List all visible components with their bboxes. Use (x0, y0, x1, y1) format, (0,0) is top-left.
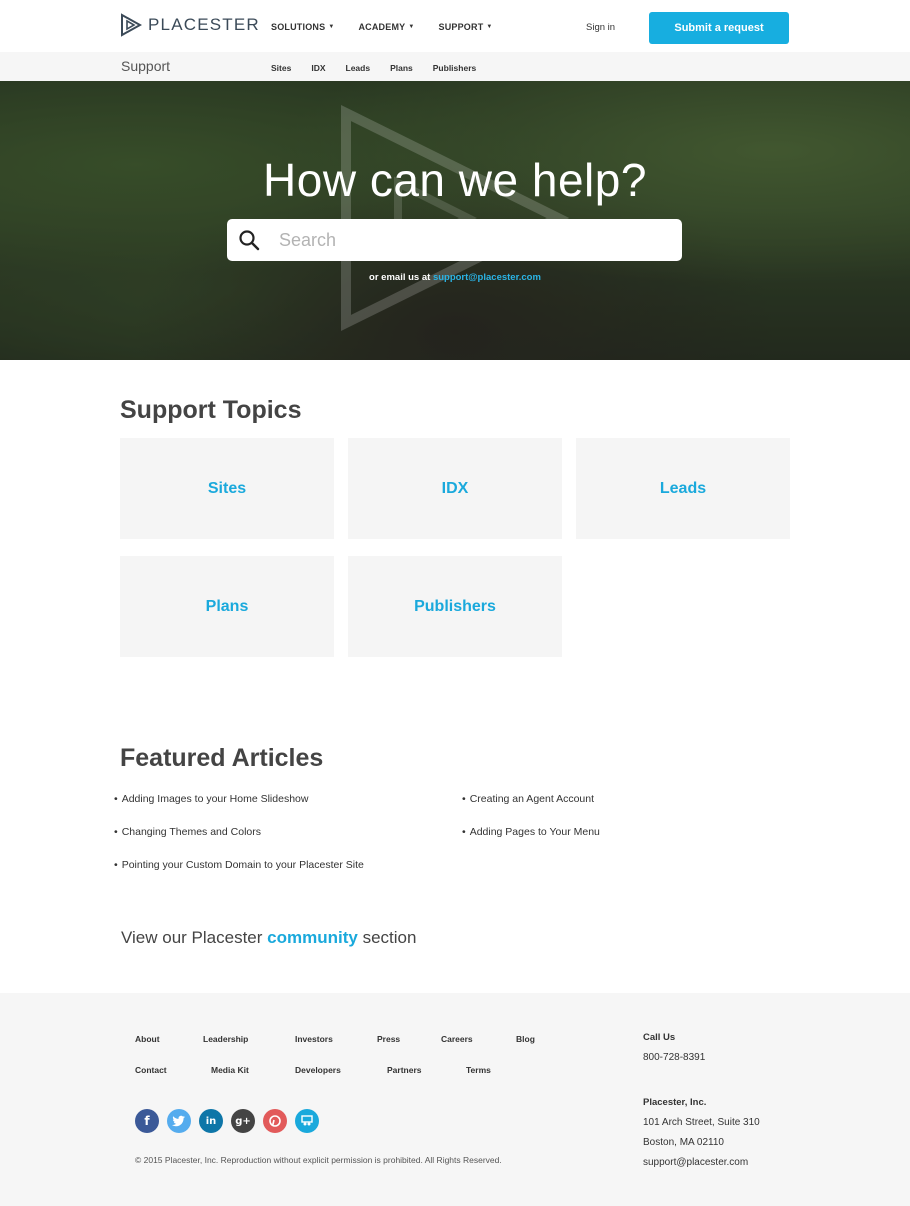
chevron-down-icon: ▼ (486, 24, 493, 30)
bullet-icon: • (114, 793, 118, 805)
community-line: View our Placester community section (121, 928, 416, 948)
footer-link-media-kit[interactable]: Media Kit (211, 1065, 249, 1075)
subnav-link-publishers[interactable]: Publishers (433, 63, 476, 73)
topic-tile-publishers[interactable]: Publishers (348, 556, 562, 657)
submit-request-button[interactable]: Submit a request (649, 12, 789, 44)
address-line-1: 101 Arch Street, Suite 310 (643, 1117, 760, 1128)
subnav-link-leads[interactable]: Leads (346, 63, 371, 73)
pinterest-icon[interactable] (263, 1109, 287, 1133)
nav-support-label: SUPPORT (438, 22, 484, 32)
call-us-label: Call Us (643, 1032, 676, 1043)
address-line-2: Boston, MA 02110 (643, 1137, 724, 1148)
footer-link-press[interactable]: Press (377, 1034, 400, 1044)
footer-link-developers[interactable]: Developers (295, 1065, 341, 1075)
article-item: • Pointing your Custom Domain to your Pla… (114, 859, 364, 871)
topic-tile-leads[interactable]: Leads (576, 438, 790, 539)
nav-academy-label: ACADEMY (358, 22, 406, 32)
topic-tile-idx[interactable]: IDX (348, 438, 562, 539)
nav-solutions-label: SOLUTIONS (271, 22, 326, 32)
article-item: • Adding Images to your Home Slideshow (114, 793, 308, 805)
topic-tile-plans[interactable]: Plans (120, 556, 334, 657)
support-topics-title: Support Topics (120, 396, 302, 424)
article-link[interactable]: Adding Pages to Your Menu (470, 826, 600, 838)
twitter-icon[interactable] (167, 1109, 191, 1133)
nav-academy[interactable]: ACADEMY ▼ (358, 22, 414, 32)
email-line: or email us at support@placester.com (0, 272, 910, 283)
article-item: • Adding Pages to Your Menu (462, 826, 600, 838)
googleplus-icon[interactable]: g+ (231, 1109, 255, 1133)
article-item: • Creating an Agent Account (462, 793, 594, 805)
nav-support[interactable]: SUPPORT ▼ (439, 22, 493, 32)
linkedin-icon[interactable]: in (199, 1109, 223, 1133)
footer-link-about[interactable]: About (135, 1034, 160, 1044)
chevron-down-icon: ▼ (328, 24, 335, 30)
bullet-icon: • (114, 826, 118, 838)
chevron-down-icon: ▼ (408, 24, 415, 30)
sign-in-link[interactable]: Sign in (586, 22, 615, 33)
nav-solutions[interactable]: SOLUTIONS ▼ (271, 22, 334, 32)
support-subnav: Support Sites IDX Leads Plans Publishers (0, 52, 910, 81)
support-email-link[interactable]: support@placester.com (433, 272, 541, 283)
subnav-links: Sites IDX Leads Plans Publishers (271, 63, 496, 73)
site-footer: About Leadership Investors Press Careers… (0, 993, 910, 1206)
community-suffix: section (362, 928, 417, 947)
search-icon (239, 230, 260, 251)
article-link[interactable]: Pointing your Custom Domain to your Plac… (122, 859, 364, 871)
copyright-text: © 2015 Placester, Inc. Reproduction with… (135, 1155, 502, 1165)
facebook-icon[interactable]: f (135, 1109, 159, 1133)
article-link[interactable]: Changing Themes and Colors (122, 826, 261, 838)
placester-logo[interactable]: PLACESTER (120, 13, 260, 37)
community-link[interactable]: community (267, 928, 358, 947)
footer-link-blog[interactable]: Blog (516, 1034, 535, 1044)
featured-articles-title: Featured Articles (120, 744, 324, 772)
footer-link-leadership[interactable]: Leadership (203, 1034, 248, 1044)
subnav-link-sites[interactable]: Sites (271, 63, 291, 73)
slideshare-icon[interactable] (295, 1109, 319, 1133)
footer-link-contact[interactable]: Contact (135, 1065, 167, 1075)
subnav-link-idx[interactable]: IDX (311, 63, 325, 73)
footer-email-link[interactable]: support@placester.com (643, 1157, 748, 1168)
hero-heading: How can we help? (263, 154, 647, 206)
bullet-icon: • (114, 859, 118, 871)
placester-logo-icon (121, 13, 142, 37)
subnav-link-plans[interactable]: Plans (390, 63, 413, 73)
article-link[interactable]: Adding Images to your Home Slideshow (122, 793, 309, 805)
footer-link-partners[interactable]: Partners (387, 1065, 422, 1075)
topic-tile-sites[interactable]: Sites (120, 438, 334, 539)
company-name: Placester, Inc. (643, 1097, 707, 1108)
phone-number: 800-728-8391 (643, 1052, 706, 1063)
search-box (227, 219, 682, 261)
subnav-title[interactable]: Support (121, 58, 170, 74)
article-link[interactable]: Creating an Agent Account (470, 793, 594, 805)
footer-link-investors[interactable]: Investors (295, 1034, 333, 1044)
community-prefix: View our Placester (121, 928, 263, 947)
email-prefix: or email us at (369, 272, 431, 283)
brand-name: PLACESTER (148, 15, 260, 34)
hero-banner: How can we help? or email us at support@… (0, 81, 910, 360)
social-links: f in g+ (135, 1109, 327, 1133)
bullet-icon: • (462, 826, 466, 838)
footer-link-careers[interactable]: Careers (441, 1034, 473, 1044)
search-input[interactable] (279, 225, 669, 255)
footer-link-terms[interactable]: Terms (466, 1065, 491, 1075)
top-header: PLACESTER SOLUTIONS ▼ ACADEMY ▼ SUPPORT ▼ S… (0, 0, 910, 52)
main-nav: SOLUTIONS ▼ ACADEMY ▼ SUPPORT ▼ (271, 22, 517, 32)
article-item: • Changing Themes and Colors (114, 826, 261, 838)
bullet-icon: • (462, 793, 466, 805)
hero-watermark-logo (341, 104, 570, 332)
